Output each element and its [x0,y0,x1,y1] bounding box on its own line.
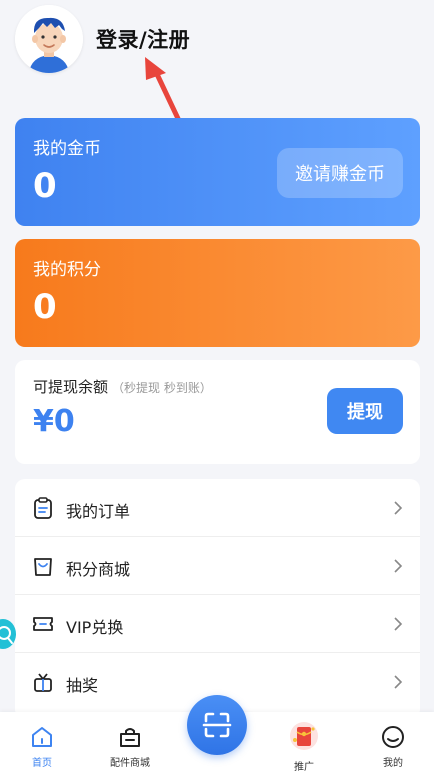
scan-icon [202,712,232,738]
login-register-link[interactable]: 登录/注册 [96,24,190,54]
gift-icon [34,673,52,692]
chevron-right-icon [394,675,403,689]
red-envelope-icon [290,722,318,750]
scan-button[interactable] [187,695,247,755]
menu-list: 我的订单 积分商城 VIP兑换 抽奖 [15,479,420,719]
tab-label: 首页 [32,758,52,769]
points-card[interactable]: 我的积分 0 [15,239,420,347]
menu-item-points-mall[interactable]: 积分商城 [15,537,420,595]
shopping-bag-icon [34,558,52,576]
cartoon-avatar-icon [15,5,83,73]
withdraw-amount: ¥0 [33,404,75,439]
chevron-right-icon [394,559,403,573]
chevron-right-icon [394,617,403,631]
menu-item-label: 积分商城 [66,560,131,579]
profile-header: 登录/注册 [0,0,434,100]
menu-item-label: 抽奖 [66,676,99,695]
tab-parts-mall[interactable]: 配件商城 [90,712,170,772]
shop-icon [120,728,140,747]
invite-earn-coins-button[interactable]: 邀请赚金币 [277,148,403,198]
tab-mine[interactable]: 我的 [353,712,433,772]
tab-label: 配件商城 [110,758,150,769]
customer-service-icon [0,626,13,644]
tab-label: 我的 [383,758,403,769]
tab-label: 推广 [294,762,314,772]
ticket-icon [33,617,53,631]
points-value: 0 [33,287,57,327]
clipboard-icon [34,497,52,519]
menu-item-label: 我的订单 [66,502,131,521]
coins-value: 0 [33,166,57,206]
avatar[interactable] [15,5,83,73]
menu-item-label: VIP兑换 [66,618,124,637]
tab-home[interactable]: 首页 [2,712,82,772]
home-icon [32,727,52,747]
customer-service-float-button[interactable] [0,619,16,649]
menu-item-orders[interactable]: 我的订单 [15,479,420,537]
withdraw-card: 可提现余额 （秒提现 秒到账） ¥0 提现 [15,360,420,464]
withdraw-sub-label: （秒提现 秒到账） [112,381,212,395]
menu-item-vip-exchange[interactable]: VIP兑换 [15,595,420,653]
coins-label: 我的金币 [33,139,101,159]
smiley-icon [382,726,404,748]
chevron-right-icon [394,501,403,515]
coins-card[interactable]: 我的金币 0 邀请赚金币 [15,118,420,226]
withdraw-button[interactable]: 提现 [327,388,403,434]
points-label: 我的积分 [33,260,101,280]
withdraw-label-row: 可提现余额 （秒提现 秒到账） [33,376,212,397]
withdraw-label: 可提现余额 [33,378,109,396]
tab-promotion[interactable]: 推广 [264,712,344,772]
